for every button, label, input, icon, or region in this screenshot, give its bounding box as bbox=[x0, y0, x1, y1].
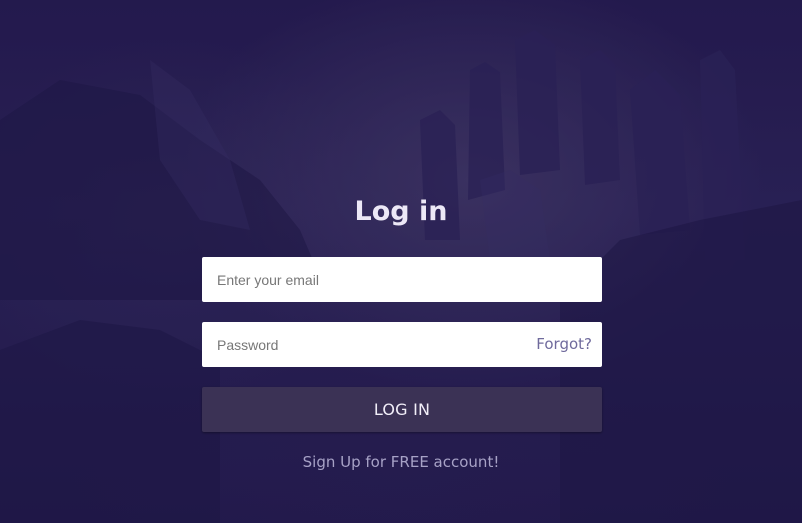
page-title: Log in bbox=[354, 196, 448, 227]
email-input[interactable] bbox=[202, 257, 602, 302]
email-field-container bbox=[202, 257, 602, 302]
forgot-password-link[interactable]: Forgot? bbox=[536, 335, 592, 353]
signup-link[interactable]: Sign Up for FREE account! bbox=[0, 453, 802, 471]
password-field-container: Forgot? bbox=[202, 322, 602, 367]
login-button[interactable]: LOG IN bbox=[202, 387, 602, 432]
login-page: Log in Forgot? LOG IN Sign Up for FREE a… bbox=[0, 0, 802, 523]
